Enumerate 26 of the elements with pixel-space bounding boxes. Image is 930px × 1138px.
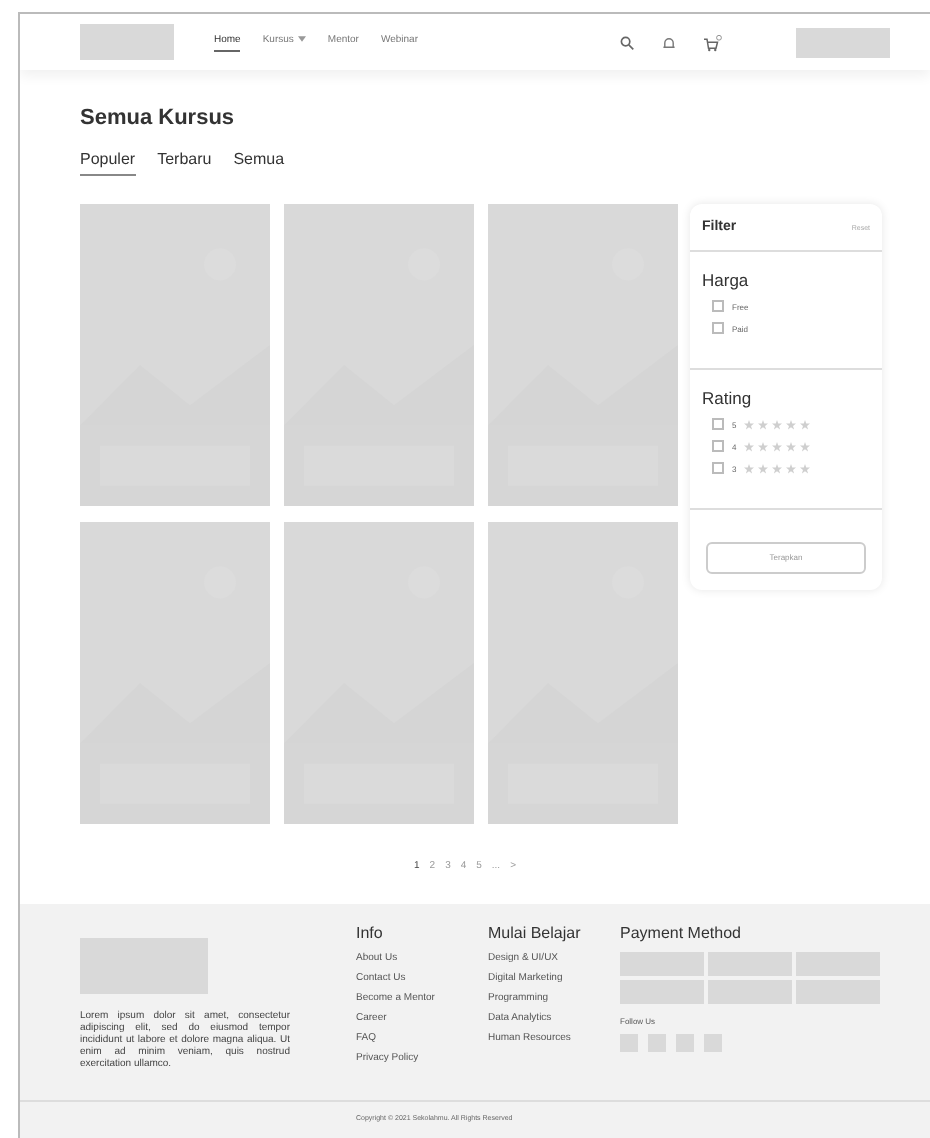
footer-heading: Mulai Belajar [488, 924, 583, 942]
logo-placeholder [80, 24, 174, 60]
tab[interactable]: Semua [233, 150, 285, 176]
filter-section-title: Harga [702, 270, 751, 290]
checkbox[interactable] [712, 322, 724, 334]
payment-logo-placeholder [796, 952, 880, 976]
search-icon[interactable] [620, 35, 634, 49]
account-placeholder[interactable] [796, 27, 890, 57]
checkbox[interactable] [712, 462, 724, 474]
page-title: Semua Kursus [80, 106, 237, 130]
logo-placeholder [80, 938, 208, 994]
checkbox[interactable] [712, 418, 724, 430]
bell-icon[interactable] [662, 35, 676, 49]
payment-logo-placeholder [708, 952, 792, 976]
payment-logo-placeholder [620, 952, 704, 976]
tab[interactable]: Populer [80, 150, 136, 176]
payment-logo-placeholder [796, 980, 880, 1004]
footer-heading: Payment Method [620, 924, 743, 942]
checkbox[interactable] [712, 440, 724, 452]
tab[interactable]: Terbaru [157, 150, 212, 176]
payment-logo-placeholder [708, 980, 792, 1004]
footer-heading: Info [356, 924, 385, 942]
payment-logo-placeholder [620, 980, 704, 1004]
cart-icon[interactable] [704, 33, 722, 51]
filter-section-title: Rating [702, 388, 754, 408]
checkbox[interactable] [712, 300, 724, 312]
